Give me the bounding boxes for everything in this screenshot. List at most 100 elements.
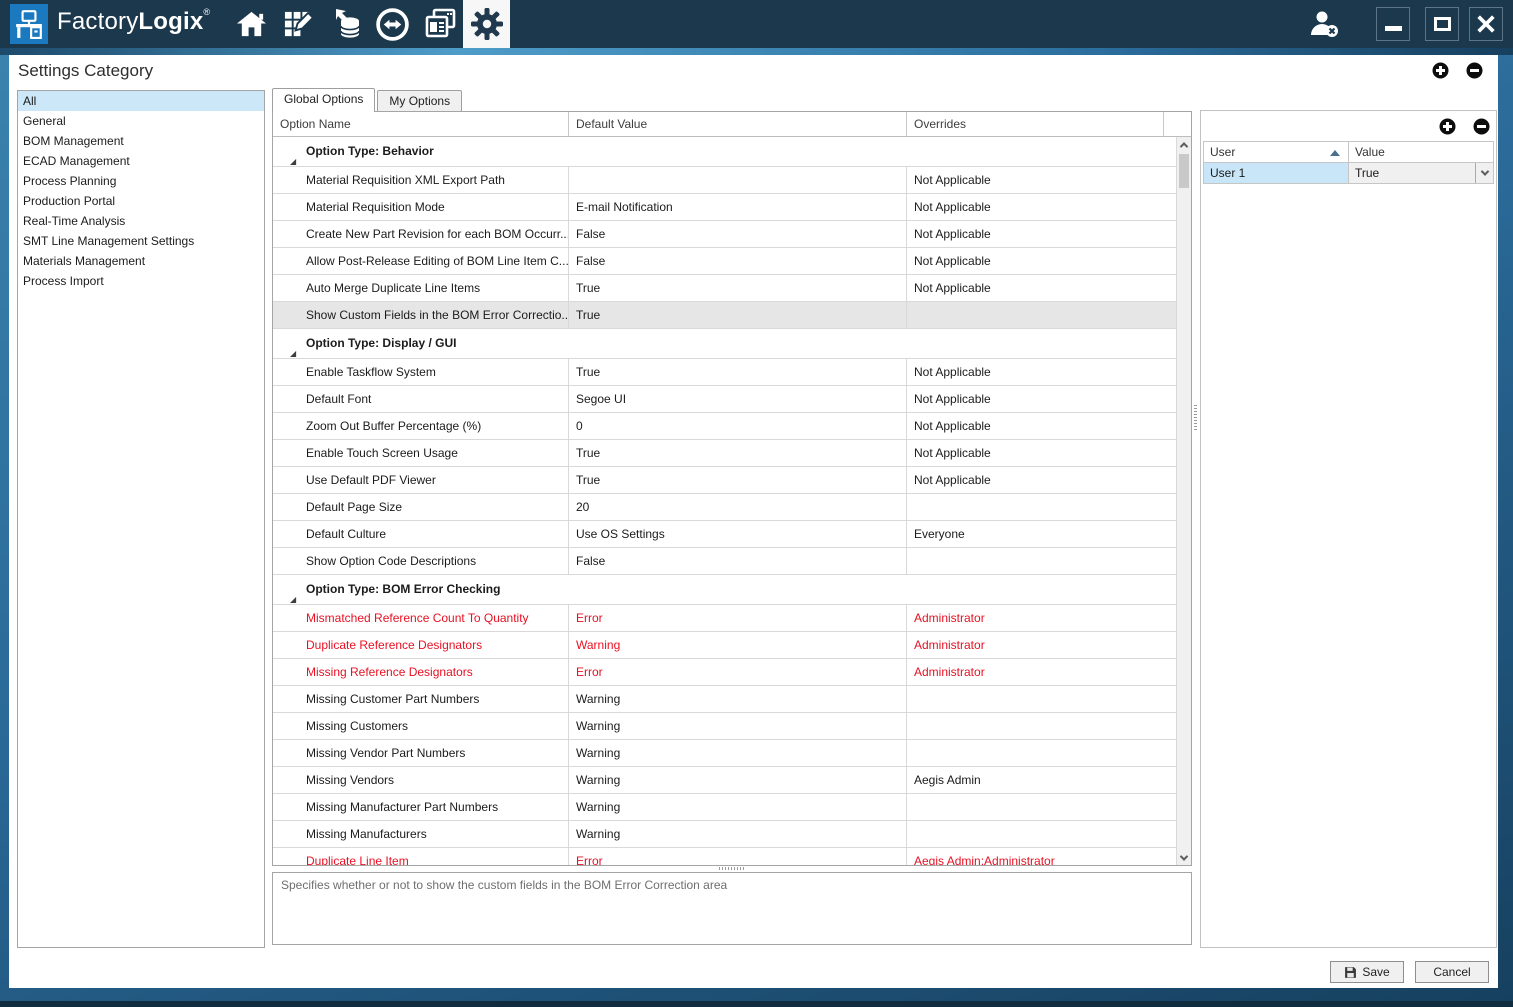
column-header-option-name[interactable]: Option Name <box>273 112 568 136</box>
option-name-cell[interactable]: Missing Vendors <box>273 767 568 793</box>
overrides-cell[interactable]: Not Applicable <box>906 221 1176 247</box>
option-name-cell[interactable]: Enable Taskflow System <box>273 359 568 385</box>
default-value-cell[interactable]: True <box>568 275 906 301</box>
option-name-cell[interactable]: Auto Merge Duplicate Line Items <box>273 275 568 301</box>
option-row-auto-merge-duplicate-line-items[interactable]: Auto Merge Duplicate Line ItemsTrueNot A… <box>273 275 1176 302</box>
sidebar-item-general[interactable]: General <box>18 111 264 131</box>
option-row-missing-manufacturer-part-numbers[interactable]: Missing Manufacturer Part NumbersWarning <box>273 794 1176 821</box>
option-name-cell[interactable]: Show Custom Fields in the BOM Error Corr… <box>273 302 568 328</box>
overrides-cell[interactable] <box>906 740 1176 766</box>
nav-data-import-button[interactable] <box>322 0 369 48</box>
option-row-material-requisition-xml-export-path[interactable]: Material Requisition XML Export PathNot … <box>273 167 1176 194</box>
remove-override-button[interactable] <box>1466 62 1483 79</box>
overrides-cell[interactable]: Not Applicable <box>906 167 1176 193</box>
default-value-cell[interactable]: False <box>568 248 906 274</box>
minimize-button[interactable] <box>1376 7 1410 41</box>
scrollbar-thumb[interactable] <box>1179 154 1189 188</box>
overrides-cell[interactable]: Not Applicable <box>906 248 1176 274</box>
default-value-cell[interactable]: False <box>568 548 906 574</box>
user-cell[interactable]: User 1 <box>1204 163 1348 183</box>
default-value-cell[interactable] <box>568 167 906 193</box>
default-value-cell[interactable]: E-mail Notification <box>568 194 906 220</box>
option-name-cell[interactable]: Use Default PDF Viewer <box>273 467 568 493</box>
nav-settings-button[interactable] <box>463 0 510 48</box>
overrides-cell[interactable] <box>906 548 1176 574</box>
vertical-scrollbar[interactable] <box>1176 137 1191 865</box>
overrides-cell[interactable]: Aegis Admin <box>906 767 1176 793</box>
scroll-down-button[interactable] <box>1177 850 1191 865</box>
column-header-overrides[interactable]: Overrides <box>906 112 1163 136</box>
group-header-option-type-display-gui[interactable]: ◢Option Type: Display / GUI <box>273 329 1176 359</box>
option-row-enable-taskflow-system[interactable]: Enable Taskflow SystemTrueNot Applicable <box>273 359 1176 386</box>
option-row-mismatched-reference-count-to-quantity[interactable]: Mismatched Reference Count To QuantityEr… <box>273 605 1176 632</box>
option-row-default-culture[interactable]: Default CultureUse OS SettingsEveryone <box>273 521 1176 548</box>
option-row-missing-vendors[interactable]: Missing VendorsWarningAegis Admin <box>273 767 1176 794</box>
option-row-duplicate-reference-designators[interactable]: Duplicate Reference DesignatorsWarningAd… <box>273 632 1176 659</box>
overrides-cell[interactable] <box>906 713 1176 739</box>
option-row-missing-reference-designators[interactable]: Missing Reference DesignatorsErrorAdmini… <box>273 659 1176 686</box>
column-header-default-value[interactable]: Default Value <box>568 112 906 136</box>
tab-global-options[interactable]: Global Options <box>272 88 375 112</box>
default-value-cell[interactable]: True <box>568 467 906 493</box>
option-name-cell[interactable]: Duplicate Line Item <box>273 848 568 865</box>
default-value-cell[interactable]: Warning <box>568 632 906 658</box>
group-expander-icon[interactable]: ◢ <box>290 339 296 368</box>
option-row-missing-manufacturers[interactable]: Missing ManufacturersWarning <box>273 821 1176 848</box>
sidebar-item-process-import[interactable]: Process Import <box>18 271 264 291</box>
save-button[interactable]: Save <box>1330 961 1404 983</box>
option-row-missing-vendor-part-numbers[interactable]: Missing Vendor Part NumbersWarning <box>273 740 1176 767</box>
default-value-cell[interactable]: Error <box>568 848 906 865</box>
overrides-cell[interactable]: Not Applicable <box>906 275 1176 301</box>
cancel-button[interactable]: Cancel <box>1415 961 1489 983</box>
sidebar-item-process-planning[interactable]: Process Planning <box>18 171 264 191</box>
default-value-cell[interactable]: True <box>568 440 906 466</box>
option-name-cell[interactable]: Enable Touch Screen Usage <box>273 440 568 466</box>
overrides-cell[interactable] <box>906 302 1176 328</box>
default-value-cell[interactable]: 0 <box>568 413 906 439</box>
group-expander-icon[interactable]: ◢ <box>290 147 296 176</box>
overrides-cell[interactable]: Administrator <box>906 605 1176 631</box>
default-value-cell[interactable]: Warning <box>568 767 906 793</box>
overrides-cell[interactable]: Not Applicable <box>906 413 1176 439</box>
option-name-cell[interactable]: Missing Vendor Part Numbers <box>273 740 568 766</box>
default-value-cell[interactable]: Error <box>568 605 906 631</box>
default-value-cell[interactable]: Segoe UI <box>568 386 906 412</box>
nav-reports-button[interactable] <box>416 0 463 48</box>
overrides-cell[interactable]: Administrator <box>906 659 1176 685</box>
column-header-value[interactable]: Value <box>1348 142 1493 162</box>
overrides-cell[interactable] <box>906 494 1176 520</box>
option-row-enable-touch-screen-usage[interactable]: Enable Touch Screen UsageTrueNot Applica… <box>273 440 1176 467</box>
option-name-cell[interactable]: Create New Part Revision for each BOM Oc… <box>273 221 568 247</box>
sidebar-item-real-time-analysis[interactable]: Real-Time Analysis <box>18 211 264 231</box>
sidebar-item-bom-management[interactable]: BOM Management <box>18 131 264 151</box>
user-override-row[interactable]: User 1 True <box>1203 163 1494 184</box>
nav-sync-button[interactable] <box>369 0 416 48</box>
default-value-cell[interactable]: Error <box>568 659 906 685</box>
option-name-cell[interactable]: Show Option Code Descriptions <box>273 548 568 574</box>
combobox-dropdown-button[interactable] <box>1475 163 1493 183</box>
option-name-cell[interactable]: Default Culture <box>273 521 568 547</box>
overrides-cell[interactable] <box>906 794 1176 820</box>
default-value-cell[interactable]: Warning <box>568 713 906 739</box>
option-name-cell[interactable]: Mismatched Reference Count To Quantity <box>273 605 568 631</box>
option-row-create-new-part-revision-for-each-bom-occurr[interactable]: Create New Part Revision for each BOM Oc… <box>273 221 1176 248</box>
option-name-cell[interactable]: Missing Customer Part Numbers <box>273 686 568 712</box>
nav-home-button[interactable] <box>228 0 275 48</box>
option-row-show-option-code-descriptions[interactable]: Show Option Code DescriptionsFalse <box>273 548 1176 575</box>
option-name-cell[interactable]: Allow Post-Release Editing of BOM Line I… <box>273 248 568 274</box>
overrides-cell[interactable]: Not Applicable <box>906 440 1176 466</box>
option-row-default-font[interactable]: Default FontSegoe UINot Applicable <box>273 386 1176 413</box>
sidebar-item-production-portal[interactable]: Production Portal <box>18 191 264 211</box>
default-value-cell[interactable]: True <box>568 302 906 328</box>
default-value-cell[interactable]: Use OS Settings <box>568 521 906 547</box>
sidebar-item-ecad-management[interactable]: ECAD Management <box>18 151 264 171</box>
overrides-cell[interactable]: Not Applicable <box>906 359 1176 385</box>
default-value-cell[interactable]: Warning <box>568 794 906 820</box>
overrides-cell[interactable]: Everyone <box>906 521 1176 547</box>
default-value-cell[interactable]: Warning <box>568 740 906 766</box>
option-row-missing-customers[interactable]: Missing CustomersWarning <box>273 713 1176 740</box>
maximize-button[interactable] <box>1425 7 1459 41</box>
option-name-cell[interactable]: Zoom Out Buffer Percentage (%) <box>273 413 568 439</box>
group-expander-icon[interactable]: ◢ <box>290 585 296 614</box>
group-header-option-type-bom-error-checking[interactable]: ◢Option Type: BOM Error Checking <box>273 575 1176 605</box>
